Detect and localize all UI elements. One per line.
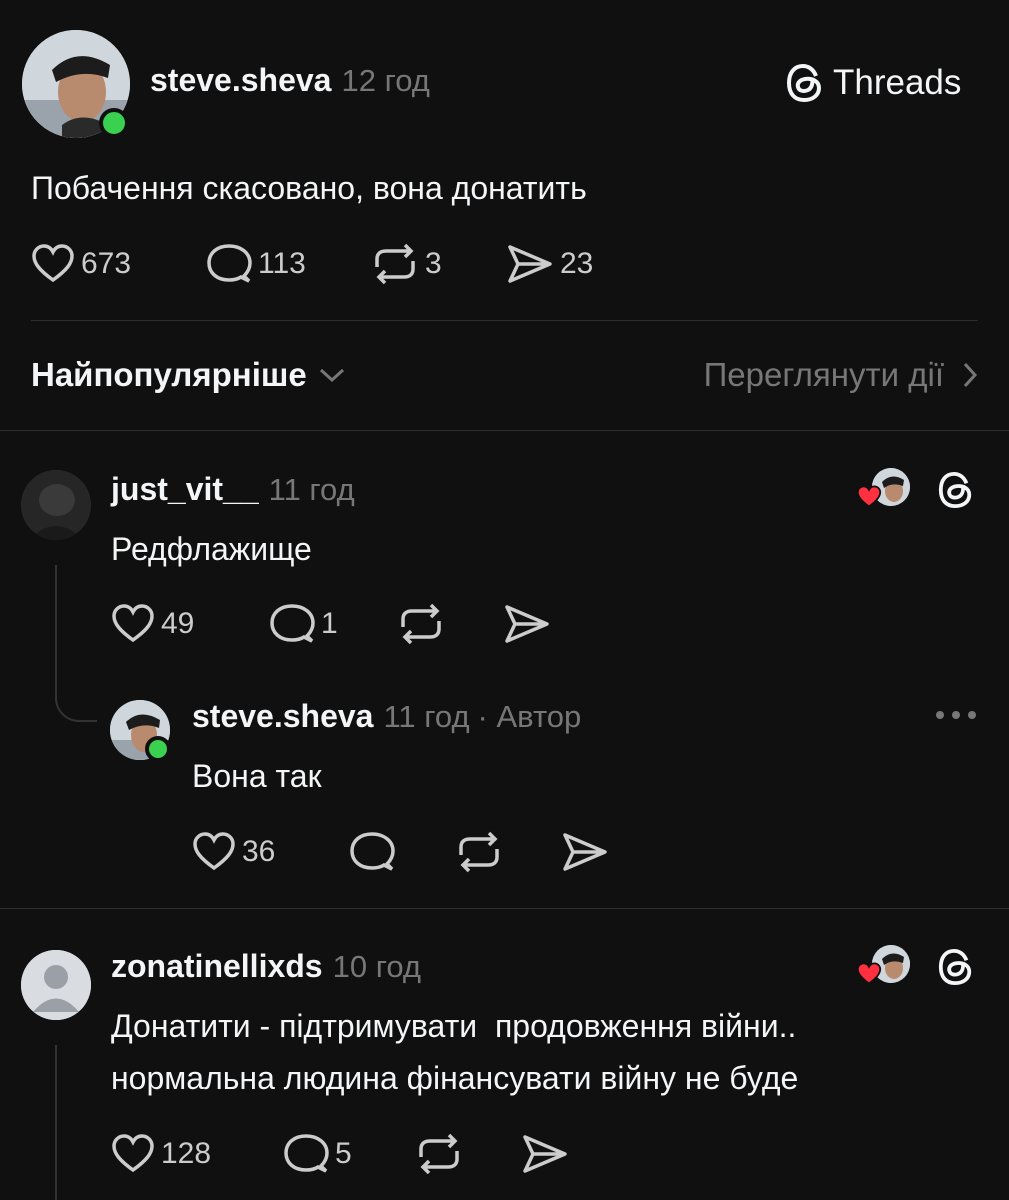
repost-button[interactable] — [455, 831, 561, 873]
thread-curve — [55, 680, 97, 722]
heart-icon — [856, 485, 882, 509]
comment-author-name[interactable]: zonatinellixds — [111, 948, 323, 985]
heart-icon — [192, 832, 236, 872]
post-author-name[interactable]: steve.sheva — [150, 62, 331, 99]
author-tag: · Автор — [477, 699, 582, 734]
chevron-right-icon — [962, 362, 978, 388]
divider — [0, 908, 1009, 909]
share-icon — [521, 1133, 569, 1175]
like-count: 36 — [242, 835, 276, 868]
share-button[interactable] — [503, 603, 551, 645]
heart-icon — [111, 1134, 155, 1174]
comment-icon — [269, 603, 315, 645]
comment-text-line-2: нормальна людина фінансувати війну не бу… — [111, 1060, 799, 1096]
liked-by-author-badge — [856, 468, 912, 512]
share-icon — [506, 243, 554, 285]
like-count: 673 — [81, 247, 132, 280]
comment-text: Редфлажище — [111, 531, 312, 567]
reply-text: Вона так — [192, 758, 322, 794]
heart-icon — [31, 244, 75, 284]
more-options-icon[interactable] — [934, 708, 978, 722]
repost-button[interactable] — [397, 603, 503, 645]
comment-avatar[interactable] — [21, 950, 91, 1020]
heart-icon — [111, 604, 155, 644]
comment-button[interactable]: 5 — [283, 1133, 415, 1175]
share-button[interactable]: 23 — [506, 243, 626, 285]
post-text: Побачення скасовано, вона донатить — [31, 170, 587, 206]
like-count: 49 — [161, 607, 195, 640]
view-activity-link[interactable]: Переглянути дії — [704, 356, 978, 394]
like-button[interactable]: 49 — [111, 603, 269, 645]
comment-avatar[interactable] — [21, 470, 91, 540]
comment-author-name[interactable]: just_vit__ — [111, 471, 259, 508]
share-count: 23 — [560, 247, 594, 280]
repost-icon — [371, 243, 419, 285]
comment-count: 5 — [335, 1137, 352, 1170]
thread-line — [55, 1045, 57, 1200]
comment-button[interactable]: 1 — [269, 603, 397, 645]
repost-count: 3 — [425, 247, 442, 280]
sort-dropdown[interactable]: Найпопулярніше — [31, 356, 345, 394]
like-button[interactable]: 36 — [192, 831, 349, 873]
threads-logo-icon[interactable] — [937, 470, 975, 510]
liked-by-author-badge — [856, 945, 912, 989]
like-count: 128 — [161, 1137, 212, 1170]
heart-icon — [856, 962, 882, 986]
comment-button[interactable] — [349, 831, 455, 873]
comment-text-line-1: Донатити - підтримувати продовження війн… — [111, 1008, 797, 1044]
share-icon — [503, 603, 551, 645]
reply-time: 11 год — [383, 699, 470, 734]
comment-button[interactable]: 113 — [206, 243, 371, 285]
sort-label: Найпопулярніше — [31, 356, 307, 393]
like-button[interactable]: 128 — [111, 1133, 283, 1175]
like-button[interactable]: 673 — [31, 243, 206, 285]
comment-icon — [349, 831, 395, 873]
share-button[interactable] — [561, 831, 609, 873]
comment-time: 11 год — [268, 472, 355, 507]
reply-author-name[interactable]: steve.sheva — [192, 698, 373, 735]
comment-icon — [283, 1133, 329, 1175]
repost-icon — [455, 831, 503, 873]
threads-brand[interactable]: Threads — [785, 62, 961, 104]
repost-icon — [397, 603, 445, 645]
comment-count: 1 — [321, 607, 338, 640]
threads-brand-label: Threads — [833, 63, 962, 102]
threads-logo-icon — [785, 62, 825, 104]
comment-time: 10 год — [332, 949, 421, 984]
comment-icon — [206, 243, 252, 285]
online-indicator — [99, 108, 129, 138]
repost-button[interactable]: 3 — [371, 243, 506, 285]
repost-button[interactable] — [415, 1133, 521, 1175]
chevron-down-icon — [319, 367, 345, 383]
divider — [0, 430, 1009, 431]
repost-icon — [415, 1133, 463, 1175]
share-icon — [561, 831, 609, 873]
threads-logo-icon[interactable] — [937, 947, 975, 987]
divider — [31, 320, 978, 321]
online-indicator — [145, 736, 171, 762]
view-activity-label: Переглянути дії — [703, 356, 944, 393]
share-button[interactable] — [521, 1133, 569, 1175]
comment-count: 113 — [258, 247, 306, 280]
post-time: 12 год — [341, 63, 430, 98]
